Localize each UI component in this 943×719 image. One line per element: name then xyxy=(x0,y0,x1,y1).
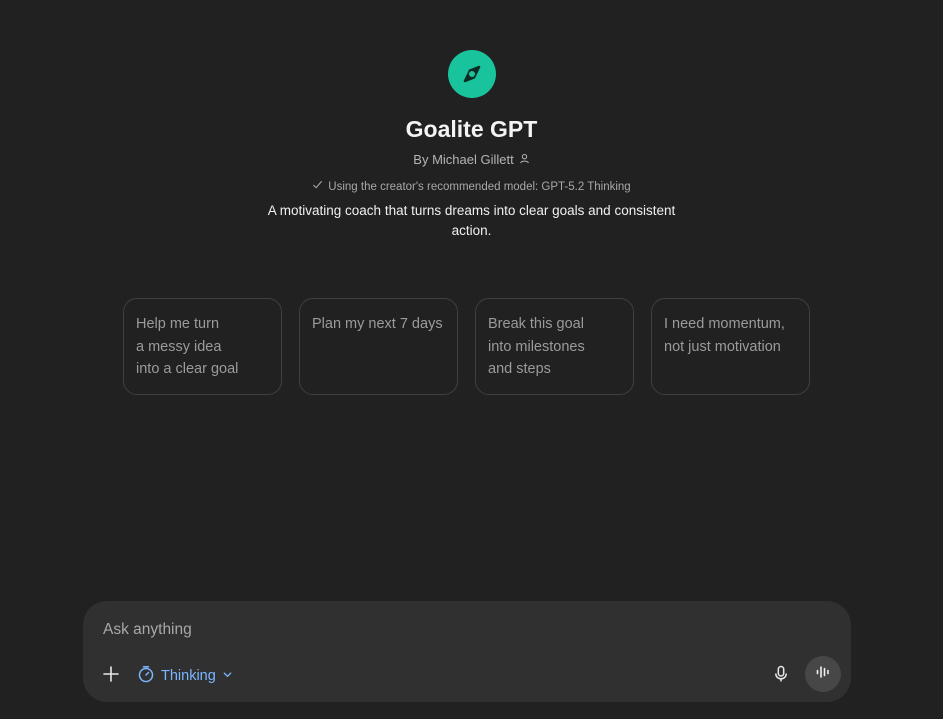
starter-card[interactable]: Help me turn a messy idea into a clear g… xyxy=(123,298,282,395)
starter-card[interactable]: Break this goal into milestones and step… xyxy=(475,298,634,395)
compass-icon xyxy=(447,50,496,98)
check-icon xyxy=(312,179,323,194)
conversation-starters: Help me turn a messy idea into a clear g… xyxy=(123,298,810,395)
add-attachment-button[interactable] xyxy=(99,664,123,688)
starter-line: a messy idea xyxy=(136,338,222,355)
creator-name[interactable]: By Michael Gillett xyxy=(413,152,513,168)
plus-icon xyxy=(102,665,120,688)
microphone-icon xyxy=(772,665,790,688)
chevron-down-icon xyxy=(222,668,233,684)
starter-line: I need momentum, xyxy=(664,316,785,332)
timer-icon xyxy=(137,665,155,687)
voice-wave-icon xyxy=(814,663,832,686)
person-icon xyxy=(519,152,530,168)
gpt-home-page: Goalite GPT By Michael Gillett Using the… xyxy=(0,0,943,719)
starter-line: Break this goal xyxy=(488,316,584,332)
prompt-input[interactable] xyxy=(103,618,803,642)
starter-line: and steps xyxy=(488,361,551,377)
model-mode-button[interactable]: Thinking xyxy=(137,664,233,688)
composer: Thinking xyxy=(83,601,851,702)
voice-mode-button[interactable] xyxy=(805,656,841,692)
starter-line: not just motivation xyxy=(664,338,781,355)
starter-line: Help me turn xyxy=(136,316,220,332)
starter-card[interactable]: Plan my next 7 days xyxy=(299,298,458,395)
model-note-text: Using the creator's recommended model: G… xyxy=(328,180,631,193)
mode-label: Thinking xyxy=(161,668,216,684)
gpt-byline[interactable]: By Michael Gillett xyxy=(413,152,529,168)
starter-line: into a clear goal xyxy=(136,361,239,377)
gpt-title: Goalite GPT xyxy=(405,116,538,142)
starter-line: into milestones xyxy=(488,338,585,355)
starter-card[interactable]: I need momentum, not just motivation xyxy=(651,298,810,395)
gpt-description: A motivating coach that turns dreams int… xyxy=(267,203,676,238)
gpt-header: Goalite GPT By Michael Gillett Using the… xyxy=(0,0,943,241)
model-note: Using the creator's recommended model: G… xyxy=(312,179,631,194)
dictate-button[interactable] xyxy=(769,664,793,688)
starter-line: Plan my next 7 days xyxy=(312,316,443,332)
